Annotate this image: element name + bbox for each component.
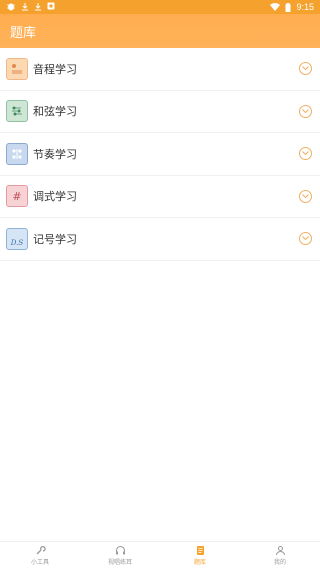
bottom-nav: 小工具 视唱练耳 题库 我的 — [0, 541, 320, 568]
interval-icon — [6, 57, 28, 80]
chevron-down-icon[interactable] — [299, 62, 312, 76]
download-icon — [21, 2, 29, 13]
list-item-label: 记号学习 — [33, 233, 77, 246]
nav-label: 我的 — [273, 559, 286, 566]
headphones-icon — [115, 545, 126, 556]
page-header: 题库 — [0, 14, 320, 48]
list-item-mode[interactable]: # 调式学习 — [0, 176, 320, 218]
person-icon — [275, 545, 286, 556]
page-title: 题库 — [10, 24, 37, 40]
list-item-chord[interactable]: 和弦学习 — [0, 91, 320, 133]
chevron-down-icon[interactable] — [299, 104, 312, 118]
wifi-icon — [270, 3, 281, 11]
nav-label: 视唱练耳 — [107, 559, 132, 566]
chevron-down-icon[interactable] — [299, 189, 312, 203]
topic-list: 音程学习 和弦学习 节奏学习 # 调式学习 D.S 记号学习 — [0, 48, 320, 261]
list-item-interval[interactable]: 音程学习 — [0, 48, 320, 91]
list-item-rhythm[interactable]: 节奏学习 — [0, 133, 320, 176]
list-item-label: 和弦学习 — [33, 106, 77, 119]
list-item-label: 音程学习 — [33, 63, 77, 76]
list-item-label: 调式学习 — [33, 191, 77, 204]
list-item-notation[interactable]: D.S 记号学习 — [0, 218, 320, 261]
download-icon — [34, 2, 42, 13]
chevron-down-icon[interactable] — [299, 232, 312, 246]
app-square-icon — [47, 2, 55, 12]
bug-icon — [6, 2, 16, 13]
nav-label: 小工具 — [30, 559, 49, 566]
nav-question-bank[interactable]: 题库 — [160, 542, 240, 568]
notation-icon: D.S — [6, 227, 28, 250]
chord-icon — [6, 100, 28, 123]
wrench-icon — [35, 545, 46, 556]
status-bar: 9:15 — [0, 0, 320, 14]
nav-profile[interactable]: 我的 — [240, 542, 320, 568]
chevron-down-icon[interactable] — [299, 147, 312, 161]
nav-ear-training[interactable]: 视唱练耳 — [80, 542, 160, 568]
rhythm-icon — [6, 142, 28, 165]
nav-label: 题库 — [193, 559, 206, 566]
list-item-label: 节奏学习 — [33, 148, 77, 161]
nav-tools[interactable]: 小工具 — [0, 542, 80, 568]
book-icon — [195, 545, 206, 556]
status-time: 9:15 — [296, 2, 314, 12]
battery-icon — [285, 2, 291, 12]
sharp-icon: # — [6, 185, 28, 208]
